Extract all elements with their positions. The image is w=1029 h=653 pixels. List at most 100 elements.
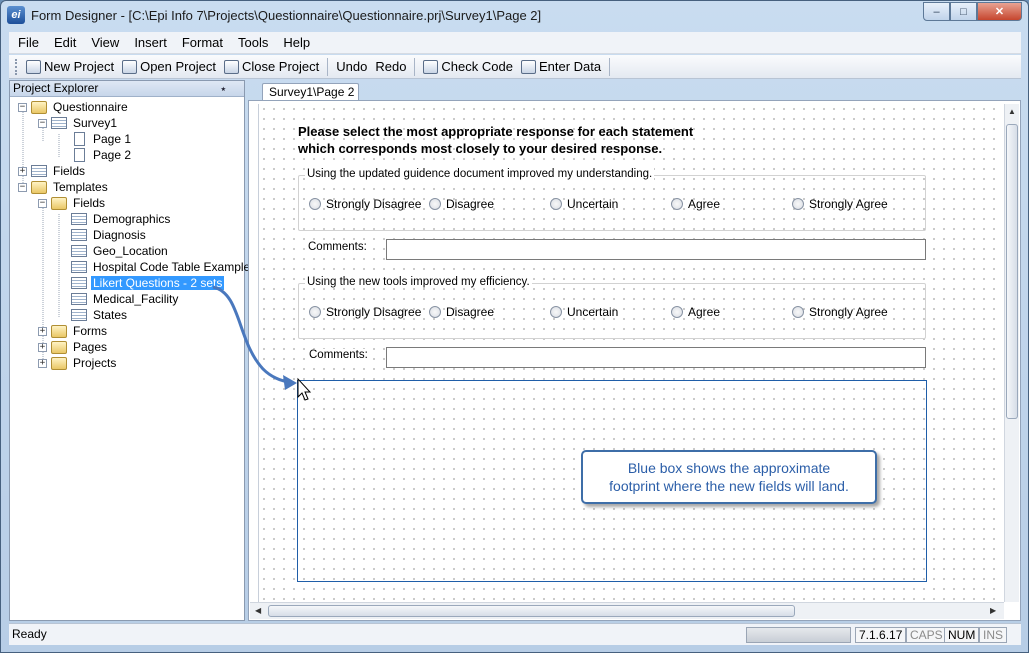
collapse-icon[interactable]: − [18,102,27,112]
project-explorer-header: Project Explorer ⭑ [10,81,244,97]
tree-node[interactable]: + Forms [38,323,109,339]
q2-option-strongly-agree[interactable]: Strongly Agree [792,305,888,319]
menu-insert[interactable]: Insert [127,33,175,53]
menu-edit[interactable]: Edit [47,33,84,53]
tree-node[interactable]: − Questionnaire [18,99,130,115]
menu-view[interactable]: View [84,33,127,53]
horizontal-scrollbar[interactable]: ◀ ▶ [250,602,1004,619]
tree-node[interactable]: Diagnosis [58,227,148,243]
vertical-scroll-thumb[interactable] [1006,124,1018,419]
radio-button[interactable] [309,198,321,210]
radio-button[interactable] [550,306,562,318]
q2-option-strongly-disagree[interactable]: Strongly Disagree [309,305,421,319]
tree-node[interactable]: Medical_Facility [58,291,180,307]
close-project-button[interactable]: Close Project [220,56,323,78]
folder-icon [51,324,67,338]
tree-node-label: States [93,308,128,322]
expand-icon[interactable]: + [38,358,47,368]
toolbar-separator [327,57,329,76]
form-icon [71,309,87,321]
menu-format[interactable]: Format [175,33,231,53]
radio-button[interactable] [550,198,562,210]
q1-option-strongly-disagree[interactable]: Strongly Disagree [309,197,421,211]
tab-survey1-page2[interactable]: Survey1\Page 2 [262,83,359,100]
title-bar[interactable]: ei Form Designer - [C:\Epi Info 7\Projec… [1,1,1028,31]
close-button[interactable]: ✕ [977,2,1022,21]
close-project-icon [223,59,239,74]
q2-option-agree[interactable]: Agree [671,305,720,319]
horizontal-scroll-thumb[interactable] [268,605,795,617]
status-progress-bar [746,627,851,643]
form-heading[interactable]: Please select the most appropriate respo… [298,123,718,157]
option-label: Uncertain [567,305,619,319]
q1-option-strongly-agree[interactable]: Strongly Agree [792,197,888,211]
radio-button[interactable] [792,306,804,318]
tree-node[interactable]: − Fields [38,195,107,211]
tree-node[interactable]: Likert Questions - 2 sets [58,275,225,291]
tree-node[interactable]: Demographics [58,211,172,227]
expand-icon[interactable]: + [38,342,47,352]
collapse-icon[interactable]: − [38,198,47,208]
scroll-up-icon[interactable]: ▲ [1008,107,1016,116]
new-project-button[interactable]: New Project [22,56,118,78]
tree-node[interactable]: + Projects [38,355,118,371]
vertical-scrollbar[interactable]: ▲ [1004,104,1019,602]
q2-option-uncertain[interactable]: Uncertain [550,305,618,319]
open-project-icon [122,59,138,74]
minimize-button[interactable]: – [923,2,950,21]
question2-group[interactable]: Using the new tools improved my efficien… [298,276,926,339]
tree-node-label: Projects [73,356,117,370]
tree-node[interactable]: + Fields [18,163,87,179]
collapse-icon[interactable]: − [18,182,27,192]
form-heading-line1: Please select the most appropriate respo… [298,124,694,139]
comments2-label: Comments: [307,349,370,361]
scroll-right-icon[interactable]: ▶ [990,606,996,615]
expand-icon[interactable]: + [18,166,27,176]
form-icon [71,213,87,225]
q1-option-agree[interactable]: Agree [671,197,720,211]
open-project-button[interactable]: Open Project [118,56,220,78]
q1-option-disagree[interactable]: Disagree [429,197,494,211]
option-label: Disagree [446,197,495,211]
tree-node[interactable]: − Templates [18,179,110,195]
enter-data-button[interactable]: Enter Data [517,56,605,78]
tree-node[interactable]: Page 1 [58,131,133,147]
menu-tools[interactable]: Tools [231,33,276,53]
version-indicator: 7.1.6.17 [855,627,907,643]
maximize-button[interactable]: □ [950,2,977,21]
tree-node[interactable]: + Pages [38,339,109,355]
tree-node[interactable]: States [58,307,129,323]
radio-button[interactable] [309,306,321,318]
comments1-label: Comments: [306,241,369,253]
tree-node[interactable]: Page 2 [58,147,133,163]
radio-button[interactable] [671,306,683,318]
question1-group[interactable]: Using the updated guidence document impr… [298,168,926,231]
toolbar-grip[interactable] [15,58,18,75]
q1-option-uncertain[interactable]: Uncertain [550,197,618,211]
menu-help[interactable]: Help [276,33,318,53]
folder-icon [51,356,67,370]
tree-node[interactable]: − Survey1 [38,115,119,131]
form-icon [71,277,87,289]
tree-node[interactable]: Hospital Code Table Example [58,259,252,275]
check-code-button[interactable]: Check Code [419,56,517,78]
undo-button[interactable]: Undo [332,56,371,78]
collapse-icon[interactable]: − [38,118,47,128]
comments1-input[interactable] [386,239,926,260]
radio-button[interactable] [429,198,441,210]
pin-icon[interactable]: ⭑ [221,82,226,97]
q2-option-disagree[interactable]: Disagree [429,305,494,319]
tree-node-label: Forms [73,324,107,338]
form-canvas[interactable]: Please select the most appropriate respo… [258,104,1003,602]
scroll-left-icon[interactable]: ◀ [255,606,261,615]
redo-button[interactable]: Redo [371,56,410,78]
option-label: Strongly Agree [809,305,888,319]
radio-button[interactable] [671,198,683,210]
radio-button[interactable] [429,306,441,318]
radio-button[interactable] [792,198,804,210]
option-label: Disagree [446,305,495,319]
expand-icon[interactable]: + [38,326,47,336]
tree-node[interactable]: Geo_Location [58,243,170,259]
comments2-input[interactable] [386,347,926,368]
menu-file[interactable]: File [11,33,47,53]
